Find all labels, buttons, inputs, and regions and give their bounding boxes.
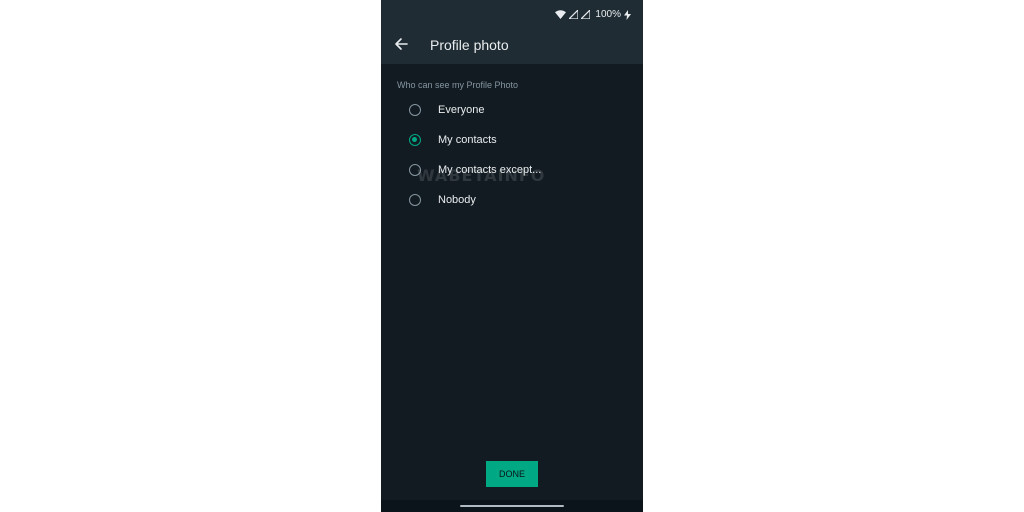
back-button[interactable] [391, 36, 411, 56]
status-bar: 100% [381, 0, 643, 28]
charging-icon [624, 9, 631, 20]
option-my-contacts[interactable]: My contacts [381, 126, 643, 156]
option-label: Everyone [438, 104, 485, 116]
radio-button-selected[interactable] [409, 134, 421, 146]
privacy-options: Everyone My contacts My contacts except.… [381, 96, 643, 216]
option-label: My contacts except... [438, 164, 542, 176]
option-label: Nobody [438, 194, 476, 206]
option-my-contacts-except[interactable]: My contacts except... [381, 156, 643, 186]
radio-button[interactable] [409, 164, 421, 176]
radio-button[interactable] [409, 104, 421, 116]
back-arrow-icon [394, 37, 408, 56]
battery-percentage: 100% [595, 9, 621, 20]
done-button[interactable]: DONE [486, 461, 538, 487]
phone-screen: 100% Profile photo Who can see my Profil… [381, 0, 643, 512]
home-indicator[interactable] [460, 505, 564, 507]
signal-icon [581, 10, 591, 19]
option-everyone[interactable]: Everyone [381, 96, 643, 126]
navigation-bar [381, 500, 643, 512]
option-label: My contacts [438, 134, 497, 146]
signal-icon [569, 10, 579, 19]
option-nobody[interactable]: Nobody [381, 186, 643, 216]
section-label: Who can see my Profile Photo [397, 80, 519, 90]
wifi-icon [555, 10, 567, 19]
page-title: Profile photo [430, 37, 509, 53]
app-bar: Profile photo [381, 28, 643, 64]
radio-button[interactable] [409, 194, 421, 206]
status-icons: 100% [555, 9, 631, 20]
